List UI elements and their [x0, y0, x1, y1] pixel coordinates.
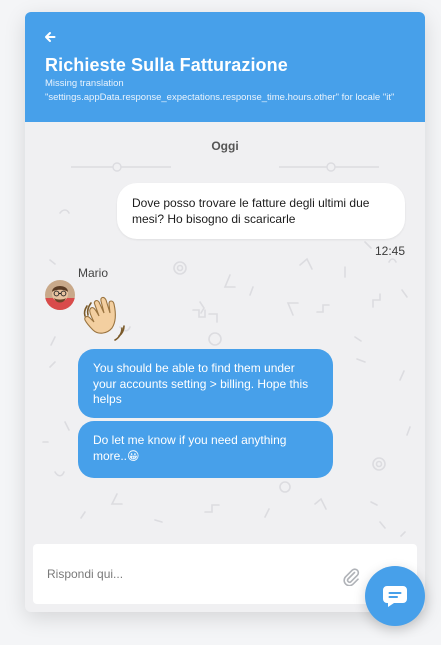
arrow-left-icon: [45, 32, 56, 42]
attach-button[interactable]: [341, 566, 361, 587]
user-message-bubble: Dove posso trovare le fatture degli ulti…: [117, 183, 405, 239]
agent-avatar: [45, 280, 75, 310]
paperclip-icon: [343, 568, 360, 587]
chat-header: Richieste Sulla Fatturazione Missing tra…: [25, 12, 425, 122]
reply-composer: [33, 544, 417, 604]
chat-bubble-icon: [383, 586, 407, 607]
message-list[interactable]: Oggi Dove posso trovare le fatture degli…: [25, 122, 425, 542]
back-button[interactable]: [44, 30, 58, 44]
response-time-note: Missing translation "settings.appData.re…: [45, 78, 395, 103]
reply-input[interactable]: [47, 562, 337, 586]
agent-message-bubble: Do let me know if you need anything more…: [78, 421, 333, 478]
message-timestamp: 12:45: [374, 244, 405, 258]
chat-widget: Richieste Sulla Fatturazione Missing tra…: [25, 12, 425, 612]
day-separator-label: Oggi: [211, 139, 239, 153]
chat-launcher-button[interactable]: [365, 566, 425, 626]
conversation-title: Richieste Sulla Fatturazione: [45, 55, 288, 75]
waving-hand-icon: [77, 292, 131, 346]
agent-name: Mario: [78, 266, 109, 280]
agent-message-bubble: You should be able to find them under yo…: [78, 349, 333, 418]
